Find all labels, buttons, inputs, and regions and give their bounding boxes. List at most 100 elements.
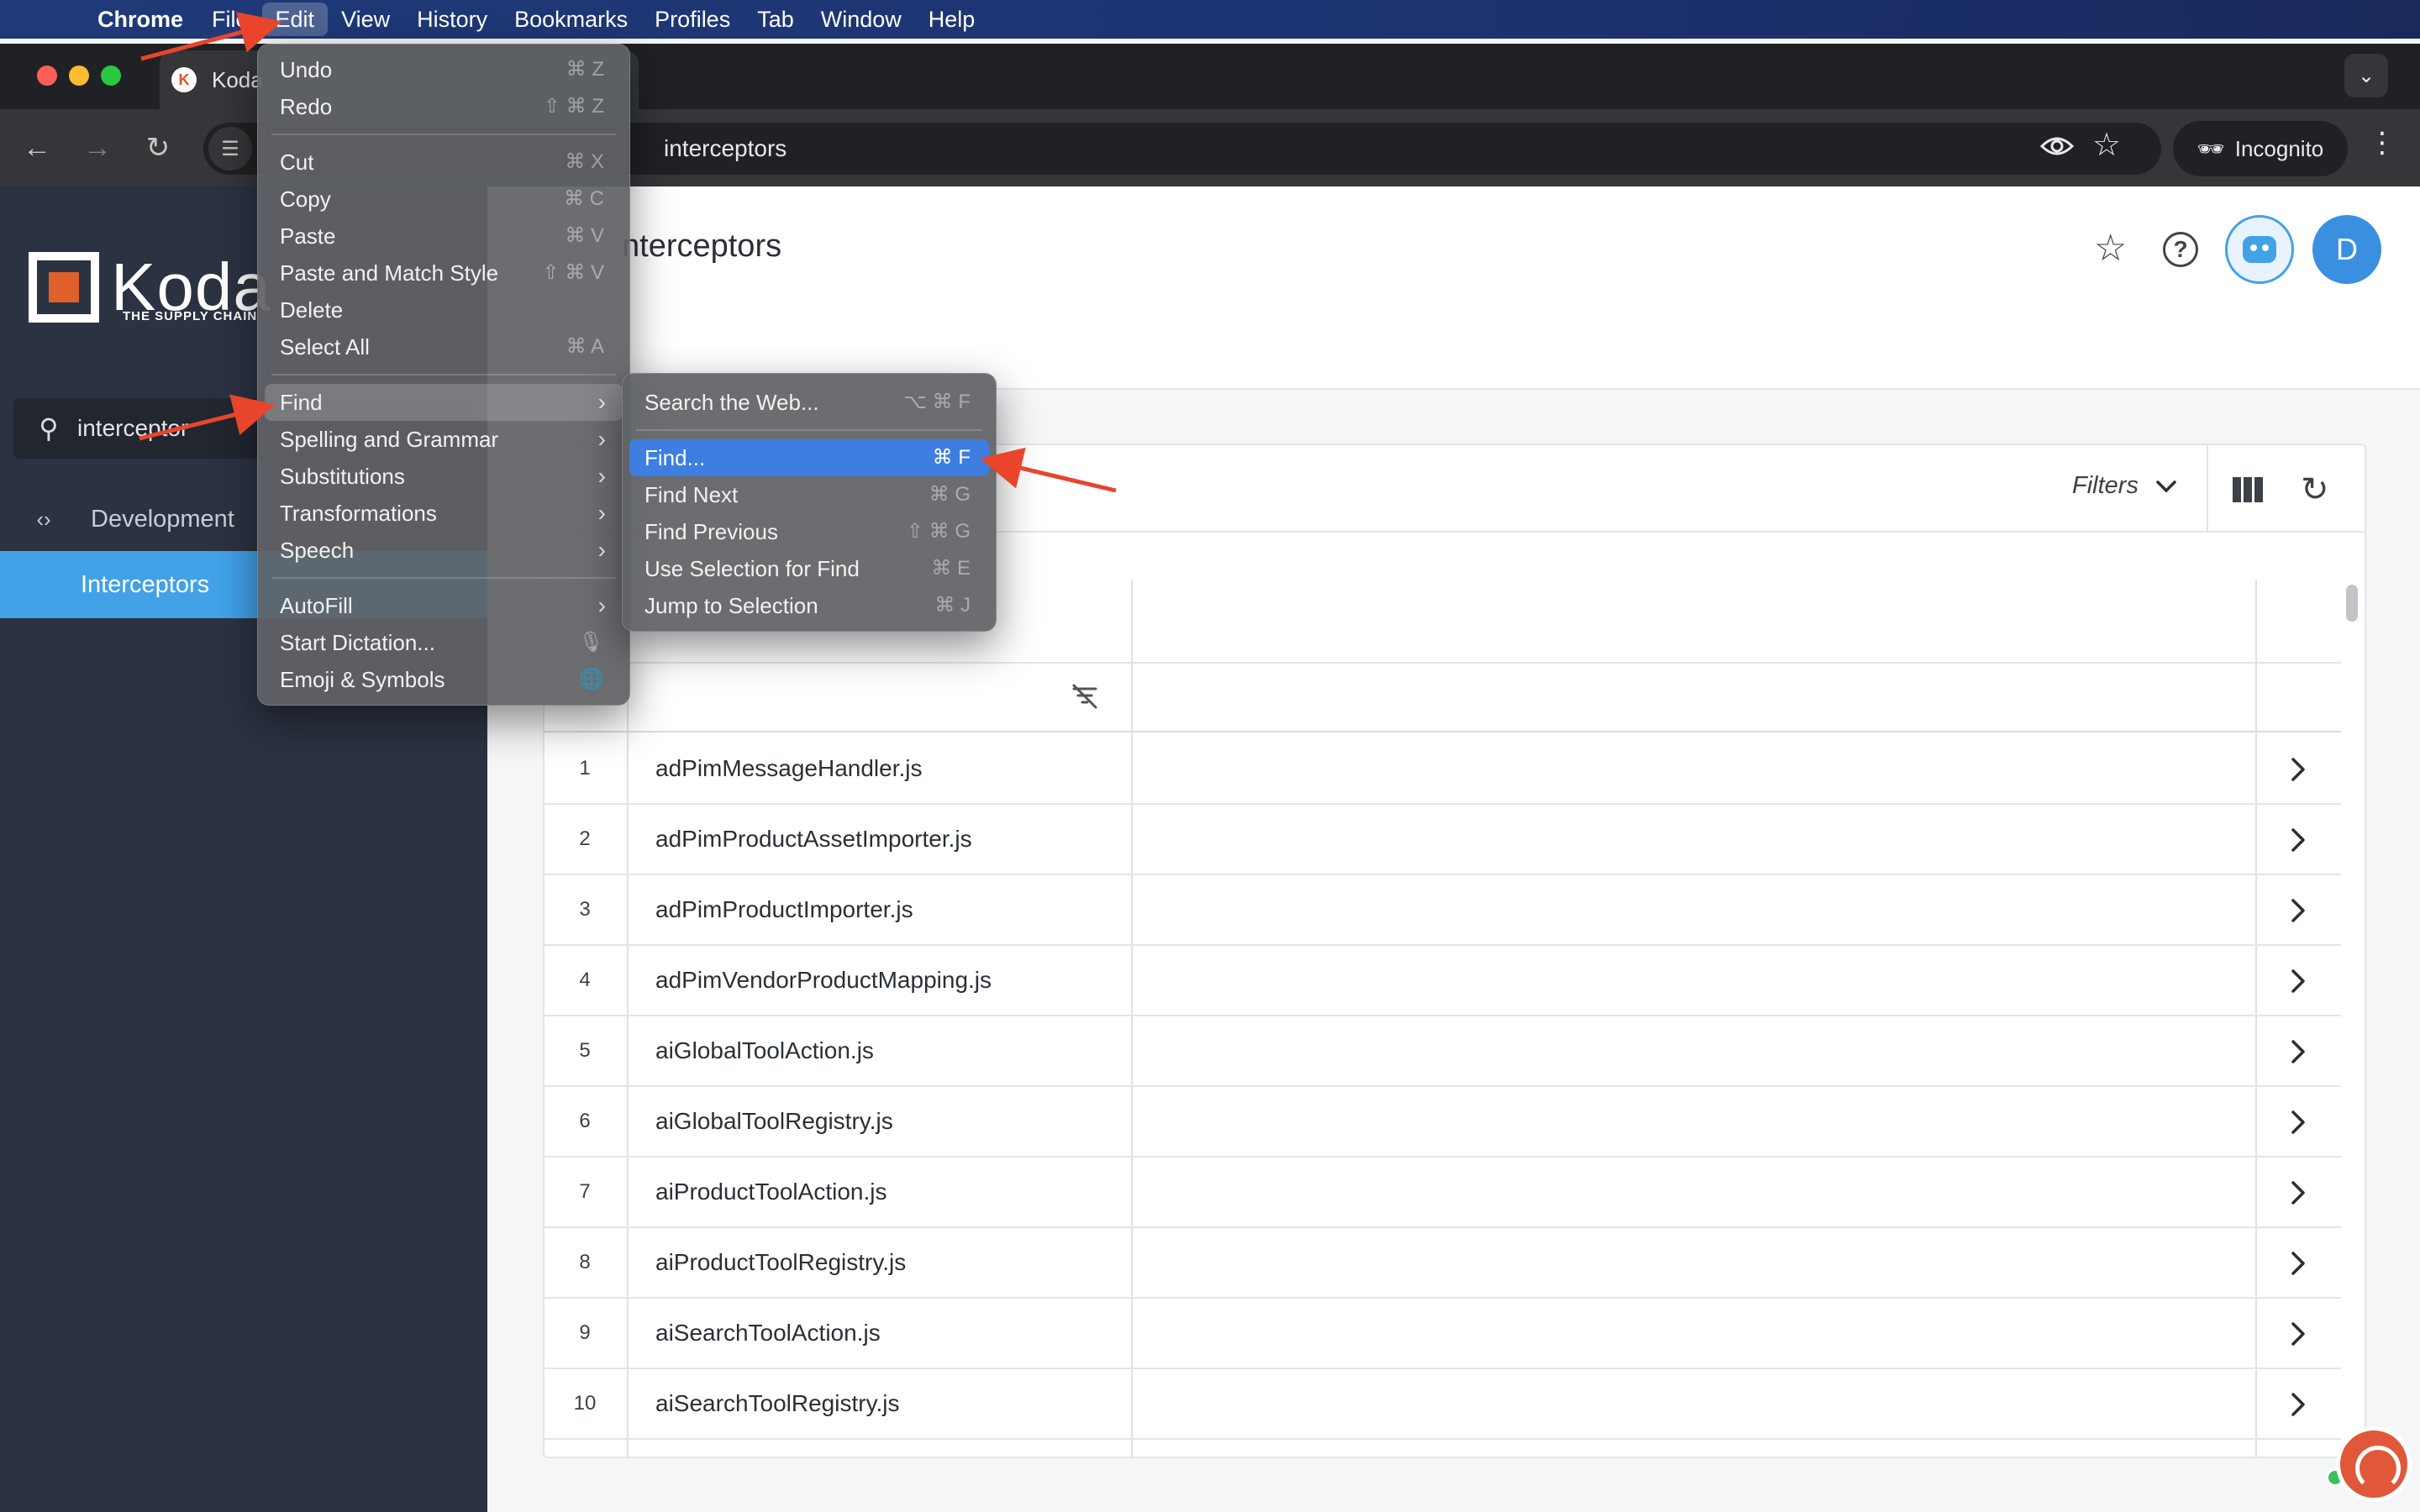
grid-header-divider <box>627 662 2341 664</box>
row-number: 7 <box>579 1180 591 1203</box>
tab-search-chevron-icon[interactable]: ⌄ <box>2344 54 2388 97</box>
row-filename: adPimVendorProductMapping.js <box>655 967 992 993</box>
edit-menu-item-redo[interactable]: Redo ⇧ ⌘ Z <box>258 88 629 125</box>
edit-menu-item-undo[interactable]: Undo ⌘ Z <box>258 51 629 88</box>
table-row[interactable]: 6 aiGlobalToolRegistry.js <box>543 1087 2341 1158</box>
address-bar-url: interceptors <box>664 135 787 161</box>
row-number: 3 <box>579 898 591 921</box>
chrome-menu-kebab-icon[interactable]: ⋮ <box>2368 126 2396 160</box>
menu-item-label: Transformations <box>280 501 437 526</box>
user-avatar[interactable]: D <box>2312 215 2381 284</box>
table-row[interactable]: 5 aiGlobalToolAction.js <box>543 1016 2341 1087</box>
menubar-help[interactable]: Help <box>915 0 989 39</box>
find-menu-item-find[interactable]: Find... ⌘ F <box>629 439 989 476</box>
ai-assistant-robot-icon[interactable] <box>2225 215 2294 284</box>
menubar-view[interactable]: View <box>328 0 403 39</box>
row-filename: aiProductToolRegistry.js <box>655 1249 907 1275</box>
menubar-profiles[interactable]: Profiles <box>641 0 744 39</box>
menu-item-label: Speech <box>280 538 355 563</box>
edit-menu-item-spelling-and-grammar[interactable]: Spelling and Grammar › <box>258 421 629 458</box>
menubar-bookmarks[interactable]: Bookmarks <box>501 0 641 39</box>
chevron-right-icon[interactable] <box>2281 964 2314 998</box>
edit-menu-item-substitutions[interactable]: Substitutions › <box>258 458 629 495</box>
find-menu-item-search-the-web[interactable]: Search the Web... ⌥ ⌘ F <box>623 384 996 421</box>
incognito-icon: 🕶 <box>2196 135 2225 161</box>
filters-dropdown[interactable]: Filters <box>2072 472 2177 500</box>
favorite-star-icon[interactable]: ☆ <box>2094 227 2127 270</box>
support-chat-icon[interactable] <box>2336 1426 2412 1502</box>
chevron-right-icon[interactable] <box>2281 1247 2314 1280</box>
edit-menu-item-autofill[interactable]: AutoFill › <box>258 587 629 624</box>
edit-menu-item-speech[interactable]: Speech › <box>258 532 629 569</box>
menubar-tab[interactable]: Tab <box>744 0 808 39</box>
table-row[interactable]: 3 adPimProductImporter.js <box>543 875 2341 946</box>
menu-item-label: Jump to Selection <box>644 593 818 618</box>
table-row[interactable]: 8 aiProductToolRegistry.js <box>543 1228 2341 1299</box>
chevron-right-icon[interactable] <box>2281 1035 2314 1068</box>
menu-shortcut: ⇧ ⌘ V <box>542 261 604 284</box>
find-menu-item-find-previous[interactable]: Find Previous ⇧ ⌘ G <box>623 513 996 550</box>
eye-icon[interactable] <box>2040 129 2074 163</box>
find-menu-item-jump-to-selection[interactable]: Jump to Selection ⌘ J <box>623 587 996 624</box>
reload-icon[interactable]: ↻ <box>136 126 180 170</box>
chevron-right-icon[interactable] <box>2281 1176 2314 1210</box>
back-arrow-icon[interactable]: ← <box>15 126 59 170</box>
table-row[interactable]: 4 adPimVendorProductMapping.js <box>543 946 2341 1016</box>
table-row[interactable]: 2 adPimProductAssetImporter.js <box>543 805 2341 875</box>
table-row[interactable]: 9 aiSearchToolAction.js <box>543 1299 2341 1369</box>
menu-shortcut: ⇧ ⌘ Z <box>543 95 604 118</box>
menu-shortcut: ⌘ A <box>566 335 604 358</box>
edit-menu-item-transformations[interactable]: Transformations › <box>258 495 629 532</box>
edit-menu-item-emoji-symbols[interactable]: Emoji & Symbols 🌐 <box>258 661 629 698</box>
site-info-tune-icon[interactable]: ☰ <box>208 127 252 171</box>
row-filename: aiGlobalToolAction.js <box>655 1037 874 1063</box>
chevron-right-icon[interactable] <box>2281 753 2314 786</box>
menubar-edit[interactable]: Edit <box>261 3 329 36</box>
chevron-right-icon[interactable] <box>2281 823 2314 857</box>
edit-menu-item-paste[interactable]: Paste ⌘ V <box>258 218 629 255</box>
chevron-right-icon[interactable] <box>2281 1317 2314 1351</box>
menu-shortcut: ⌘ Z <box>566 58 604 81</box>
clear-filter-icon[interactable] <box>1071 682 1099 711</box>
mac-menubar: Chrome File Edit View History Bookmarks … <box>0 0 2420 39</box>
sidebar-search-value: interceptor <box>77 415 189 441</box>
menu-shortcut: ⌘ E <box>931 557 971 580</box>
edit-menu-item-select-all[interactable]: Select All ⌘ A <box>258 328 629 365</box>
refresh-icon[interactable]: ↻ <box>2301 470 2329 509</box>
table-row[interactable]: 7 aiProductToolAction.js <box>543 1158 2341 1228</box>
incognito-button[interactable]: 🕶 Incognito <box>2173 121 2348 176</box>
chevron-right-icon[interactable] <box>2281 1105 2314 1139</box>
menubar-file[interactable]: File <box>198 0 262 39</box>
table-row[interactable]: 1 adPimMessageHandler.js <box>543 734 2341 805</box>
zoom-window-button[interactable] <box>101 66 121 86</box>
table-row[interactable]: 10 aiSearchToolRegistry.js <box>543 1369 2341 1440</box>
edit-menu-item-copy[interactable]: Copy ⌘ C <box>258 181 629 218</box>
menu-item-label: Undo <box>280 57 333 82</box>
bookmark-star-icon[interactable]: ☆ <box>2092 126 2121 164</box>
row-number: 9 <box>579 1321 591 1344</box>
menu-item-label: Substitutions <box>280 464 405 489</box>
chevron-right-icon[interactable] <box>2281 1388 2314 1421</box>
close-window-button[interactable] <box>37 66 57 86</box>
find-menu-item-find-next[interactable]: Find Next ⌘ G <box>623 476 996 513</box>
edit-menu-item-delete[interactable]: Delete <box>258 291 629 328</box>
edit-menu-item-find[interactable]: Find › <box>265 384 623 421</box>
minimize-window-button[interactable] <box>69 66 89 86</box>
menu-item-label: Find Previous <box>644 519 778 544</box>
menubar-app-name[interactable]: Chrome <box>77 0 198 39</box>
submenu-chevron-icon: › <box>597 426 606 452</box>
grid-scrollbar-thumb[interactable] <box>2346 585 2358 622</box>
row-number: 1 <box>579 757 591 780</box>
help-icon[interactable]: ? <box>2163 232 2198 267</box>
find-menu-item-use-selection-for-find[interactable]: Use Selection for Find ⌘ E <box>623 550 996 587</box>
edit-menu-item-cut[interactable]: Cut ⌘ X <box>258 144 629 181</box>
menubar-window[interactable]: Window <box>808 0 915 39</box>
edit-menu-item-paste-and-match-style[interactable]: Paste and Match Style ⇧ ⌘ V <box>258 255 629 291</box>
edit-menu-item-start-dictation[interactable]: Start Dictation... 🎙 <box>258 624 629 661</box>
columns-icon[interactable] <box>2232 475 2264 504</box>
edit-menu: Undo ⌘ Z Redo ⇧ ⌘ Z Cut ⌘ X Copy ⌘ C Paste ⌘ V Pas… <box>257 44 630 706</box>
chevron-right-icon[interactable] <box>2281 894 2314 927</box>
row-filename: adPimProductAssetImporter.js <box>655 826 972 852</box>
menubar-history[interactable]: History <box>403 0 501 39</box>
forward-arrow-icon[interactable]: → <box>76 126 119 170</box>
